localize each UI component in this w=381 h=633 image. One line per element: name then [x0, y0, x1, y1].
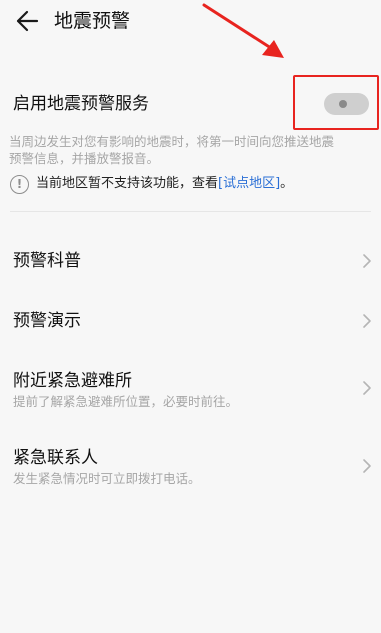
annotation-highlight-box: [293, 75, 379, 130]
list-item-subtitle: 提前了解紧急避难所位置，必要时前往。: [13, 394, 239, 409]
chevron-right-icon: [363, 381, 371, 395]
page-title: 地震预警: [54, 10, 131, 32]
list-item-subtitle: 发生紧急情况时可立即拨打电话。: [13, 471, 201, 486]
enable-service-description-2: 预警信息，并播放警报音。: [9, 151, 160, 166]
list-item-title: 预警科普: [13, 251, 81, 271]
app-header: 地震预警: [0, 0, 381, 44]
back-arrow-icon[interactable]: [14, 9, 40, 33]
exclamation-circle-icon: !: [10, 175, 29, 194]
chevron-right-icon: [363, 254, 371, 268]
earthquake-warning-page: 地震预警 启用地震预警服务 当周边发生对您有影响的地震时，将第一时间向您推送地震…: [0, 0, 381, 633]
region-notice: 当前地区暂不支持该功能，查看[试点地区]。: [36, 175, 293, 193]
list-item-title: 附近紧急避难所: [13, 371, 132, 391]
region-notice-suffix: 。: [280, 176, 294, 191]
region-notice-text: 当前地区暂不支持该功能，查看: [36, 176, 219, 191]
section-divider: [10, 211, 371, 212]
pilot-regions-link[interactable]: [试点地区]: [218, 176, 280, 191]
annotation-arrow-icon: [202, 3, 284, 58]
chevron-right-icon: [363, 459, 371, 473]
enable-service-label: 启用地震预警服务: [13, 94, 149, 114]
chevron-right-icon: [363, 314, 371, 328]
list-item-title: 预警演示: [13, 311, 81, 331]
list-item-title: 紧急联系人: [13, 448, 98, 468]
enable-service-description-1: 当周边发生对您有影响的地震时，将第一时间向您推送地震: [9, 134, 335, 149]
